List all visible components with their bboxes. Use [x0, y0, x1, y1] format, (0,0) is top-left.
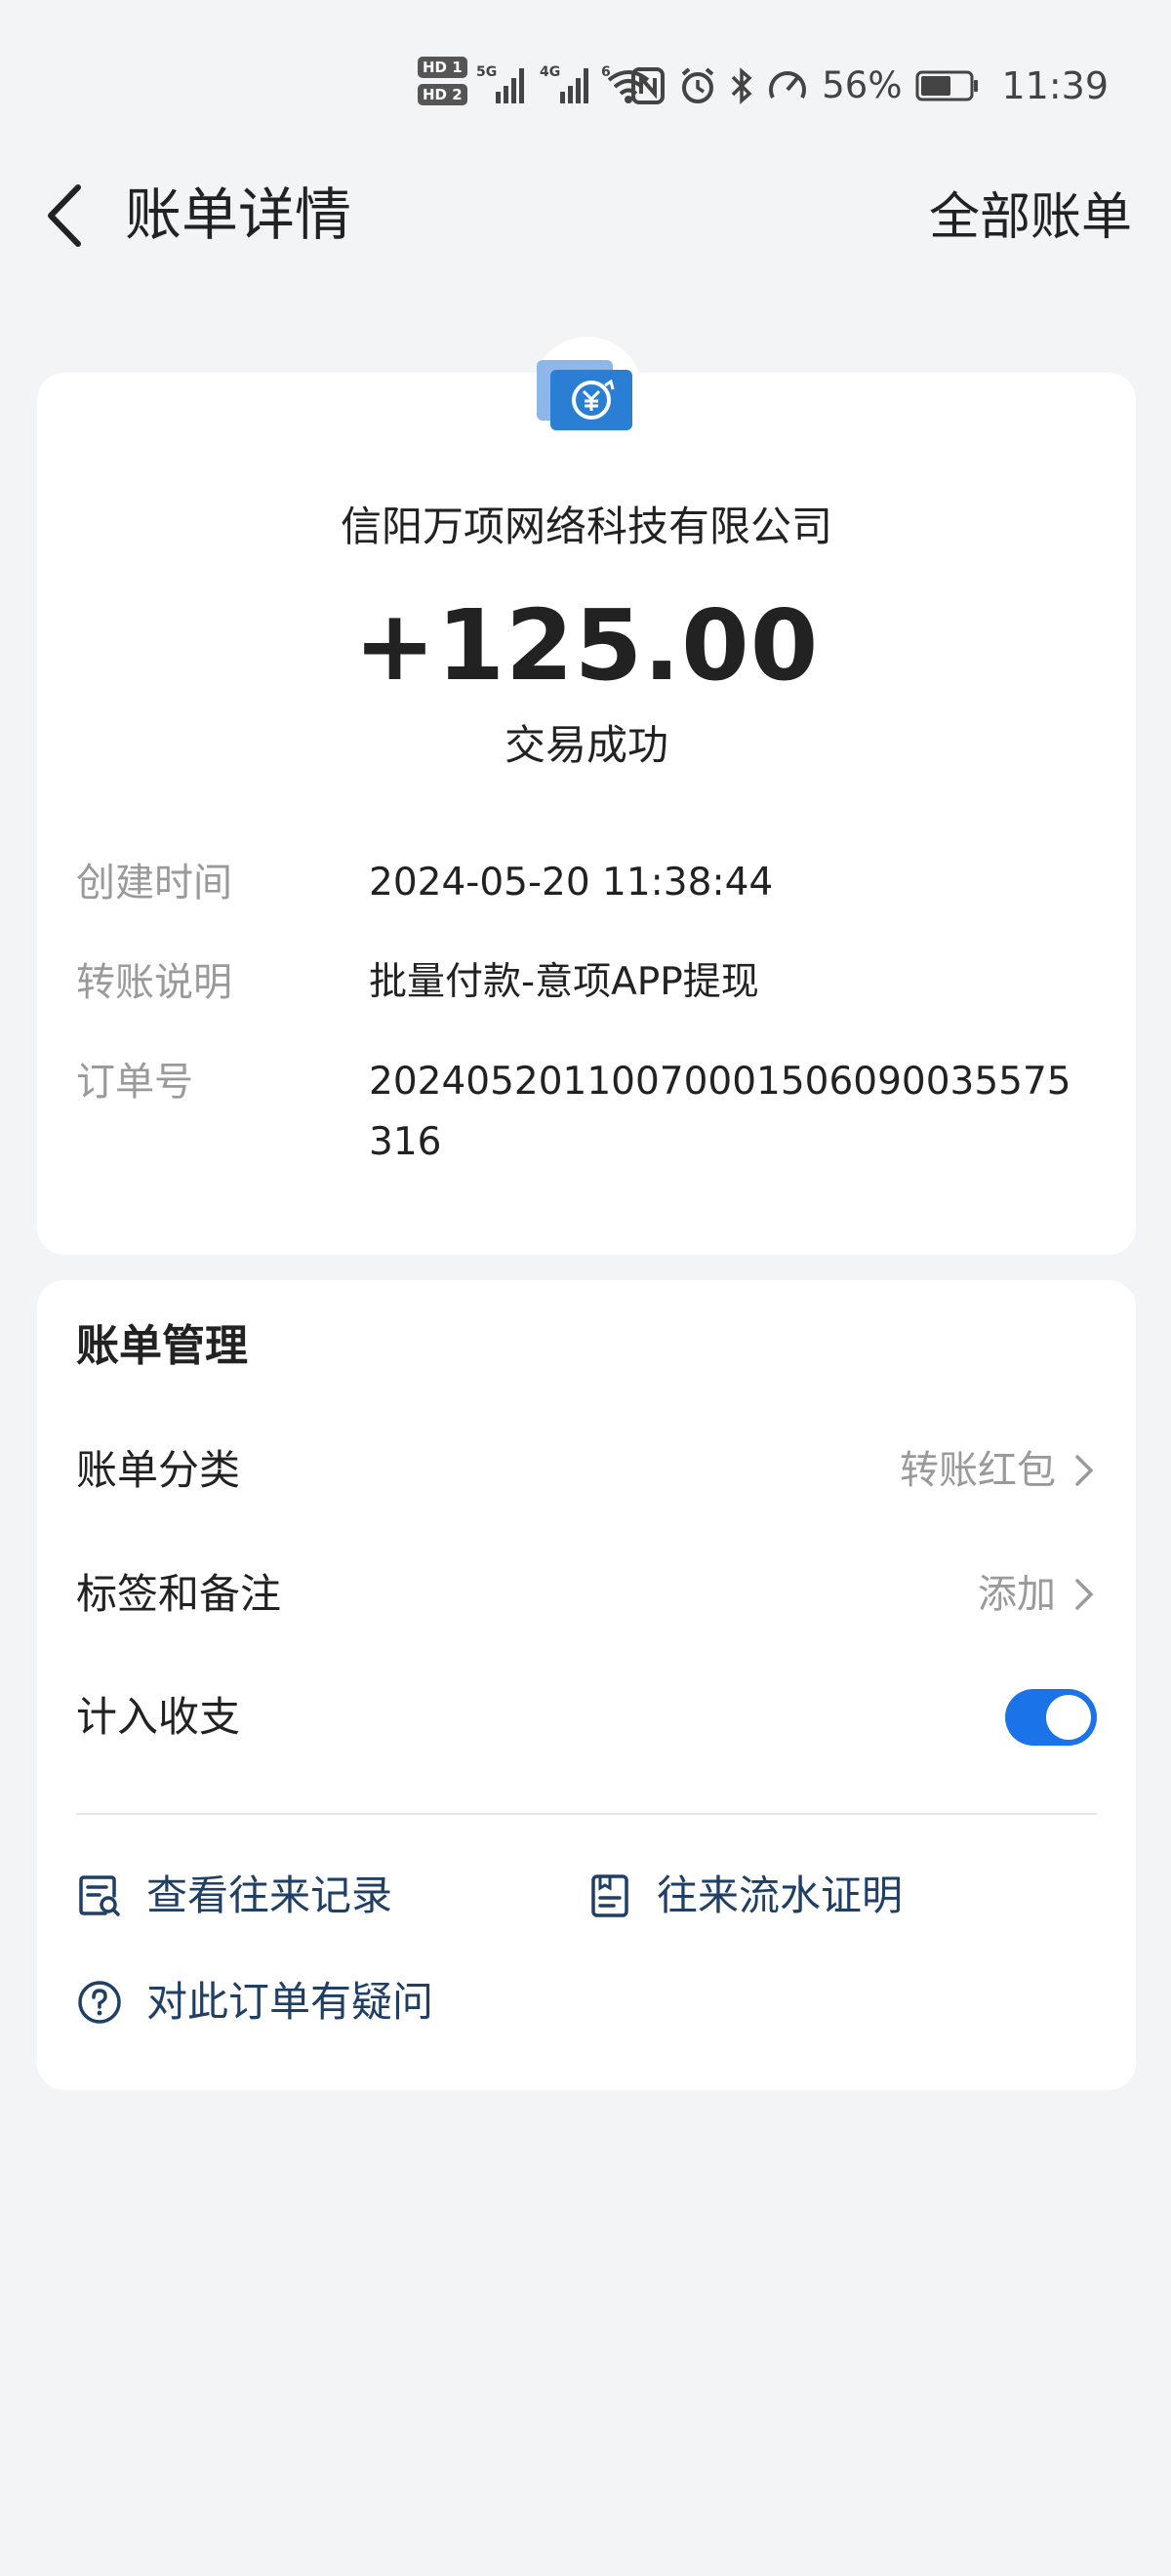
order-question-link[interactable]: 对此订单有疑问	[76, 1968, 433, 2036]
nav-header: 账单详情 全部账单	[0, 166, 1171, 263]
tags-notes-row[interactable]: 标签和备注 添加	[76, 1546, 1097, 1643]
chevron-right-icon	[1075, 1455, 1094, 1486]
sim-indicators: HD 1 HD 2	[418, 57, 467, 105]
link-text: 往来流水证明	[657, 1872, 904, 1919]
transaction-amount: +125.00	[353, 588, 820, 703]
back-button[interactable]	[37, 183, 92, 248]
clock: 11:39	[1001, 64, 1109, 107]
document-icon	[591, 1874, 628, 1917]
alarm-icon	[681, 67, 714, 103]
toggle-knob	[1046, 1695, 1091, 1740]
page-title: 账单详情	[125, 181, 352, 248]
divider	[76, 1813, 1097, 1815]
include-in-stats-row: 计入收支	[76, 1669, 1097, 1766]
info-row-transfer-note: 转账说明 批量付款-意项APP提现	[76, 952, 1110, 1013]
category-value: 转账红包	[900, 1448, 1056, 1493]
battery-icon	[915, 70, 979, 101]
info-row-order-number: 订单号 20240520110070001506090035575316	[76, 1052, 1110, 1173]
help-circle-icon	[78, 1981, 121, 2024]
signal-strength-1-icon	[496, 68, 524, 103]
chevron-right-icon	[1075, 1579, 1094, 1610]
transaction-detail-card: 信阳万项网络科技有限公司 +125.00 交易成功 创建时间 2024-05-2…	[37, 373, 1136, 1255]
info-label: 订单号	[76, 1060, 193, 1105]
all-bills-link[interactable]: 全部账单	[929, 183, 1132, 252]
tags-value: 添加	[978, 1572, 1056, 1617]
records-search-icon	[79, 1875, 120, 1916]
speed-icon	[769, 71, 807, 99]
row-right: 转账红包	[900, 1441, 1097, 1500]
bill-category-row[interactable]: 账单分类 转账红包	[76, 1422, 1097, 1519]
info-value: 批量付款-意项APP提现	[369, 960, 759, 1004]
status-bar: HD 1 HD 2 5G 4G 6 56% 11:39	[0, 0, 1171, 146]
section-title: 账单管理	[76, 1321, 248, 1371]
row-label: 标签和备注	[76, 1570, 282, 1618]
row-right: 添加	[978, 1565, 1097, 1624]
bluetooth-icon	[731, 67, 752, 104]
include-in-stats-toggle[interactable]	[1005, 1689, 1097, 1746]
merchant-name: 信阳万项网络科技有限公司	[340, 503, 832, 550]
bill-management-card: 账单管理 账单分类 转账红包 标签和备注 添加 计入收支 查看往来记录 往来流水…	[37, 1280, 1136, 2090]
info-value: 2024-05-20 11:38:44	[369, 861, 774, 905]
link-text: 查看往来记录	[146, 1872, 393, 1919]
merchant-avatar	[533, 337, 642, 446]
nfc-icon	[631, 67, 666, 104]
signal-strength-2-icon	[560, 68, 588, 103]
status-right-cluster: 56% 11:39	[630, 62, 1109, 109]
order-number-value: 20240520110070001506090035575316	[369, 1060, 1071, 1164]
info-label: 创建时间	[76, 861, 232, 906]
sim1-hd-badge: HD 1	[418, 57, 467, 78]
row-label: 账单分类	[76, 1446, 241, 1494]
transfer-yuan-icon	[533, 337, 642, 446]
info-label: 转账说明	[76, 960, 232, 1005]
battery-percent: 56%	[822, 64, 903, 106]
link-text: 对此订单有疑问	[146, 1978, 434, 2026]
chevron-left-icon	[48, 184, 81, 247]
row-label: 计入收支	[76, 1693, 241, 1741]
transaction-status: 交易成功	[504, 721, 668, 769]
sim2-hd-badge: HD 2	[418, 84, 467, 105]
info-row-created-time: 创建时间 2024-05-20 11:38:44	[76, 853, 1110, 913]
flow-certificate-link[interactable]: 往来流水证明	[586, 1862, 903, 1930]
view-records-link[interactable]: 查看往来记录	[76, 1862, 392, 1930]
